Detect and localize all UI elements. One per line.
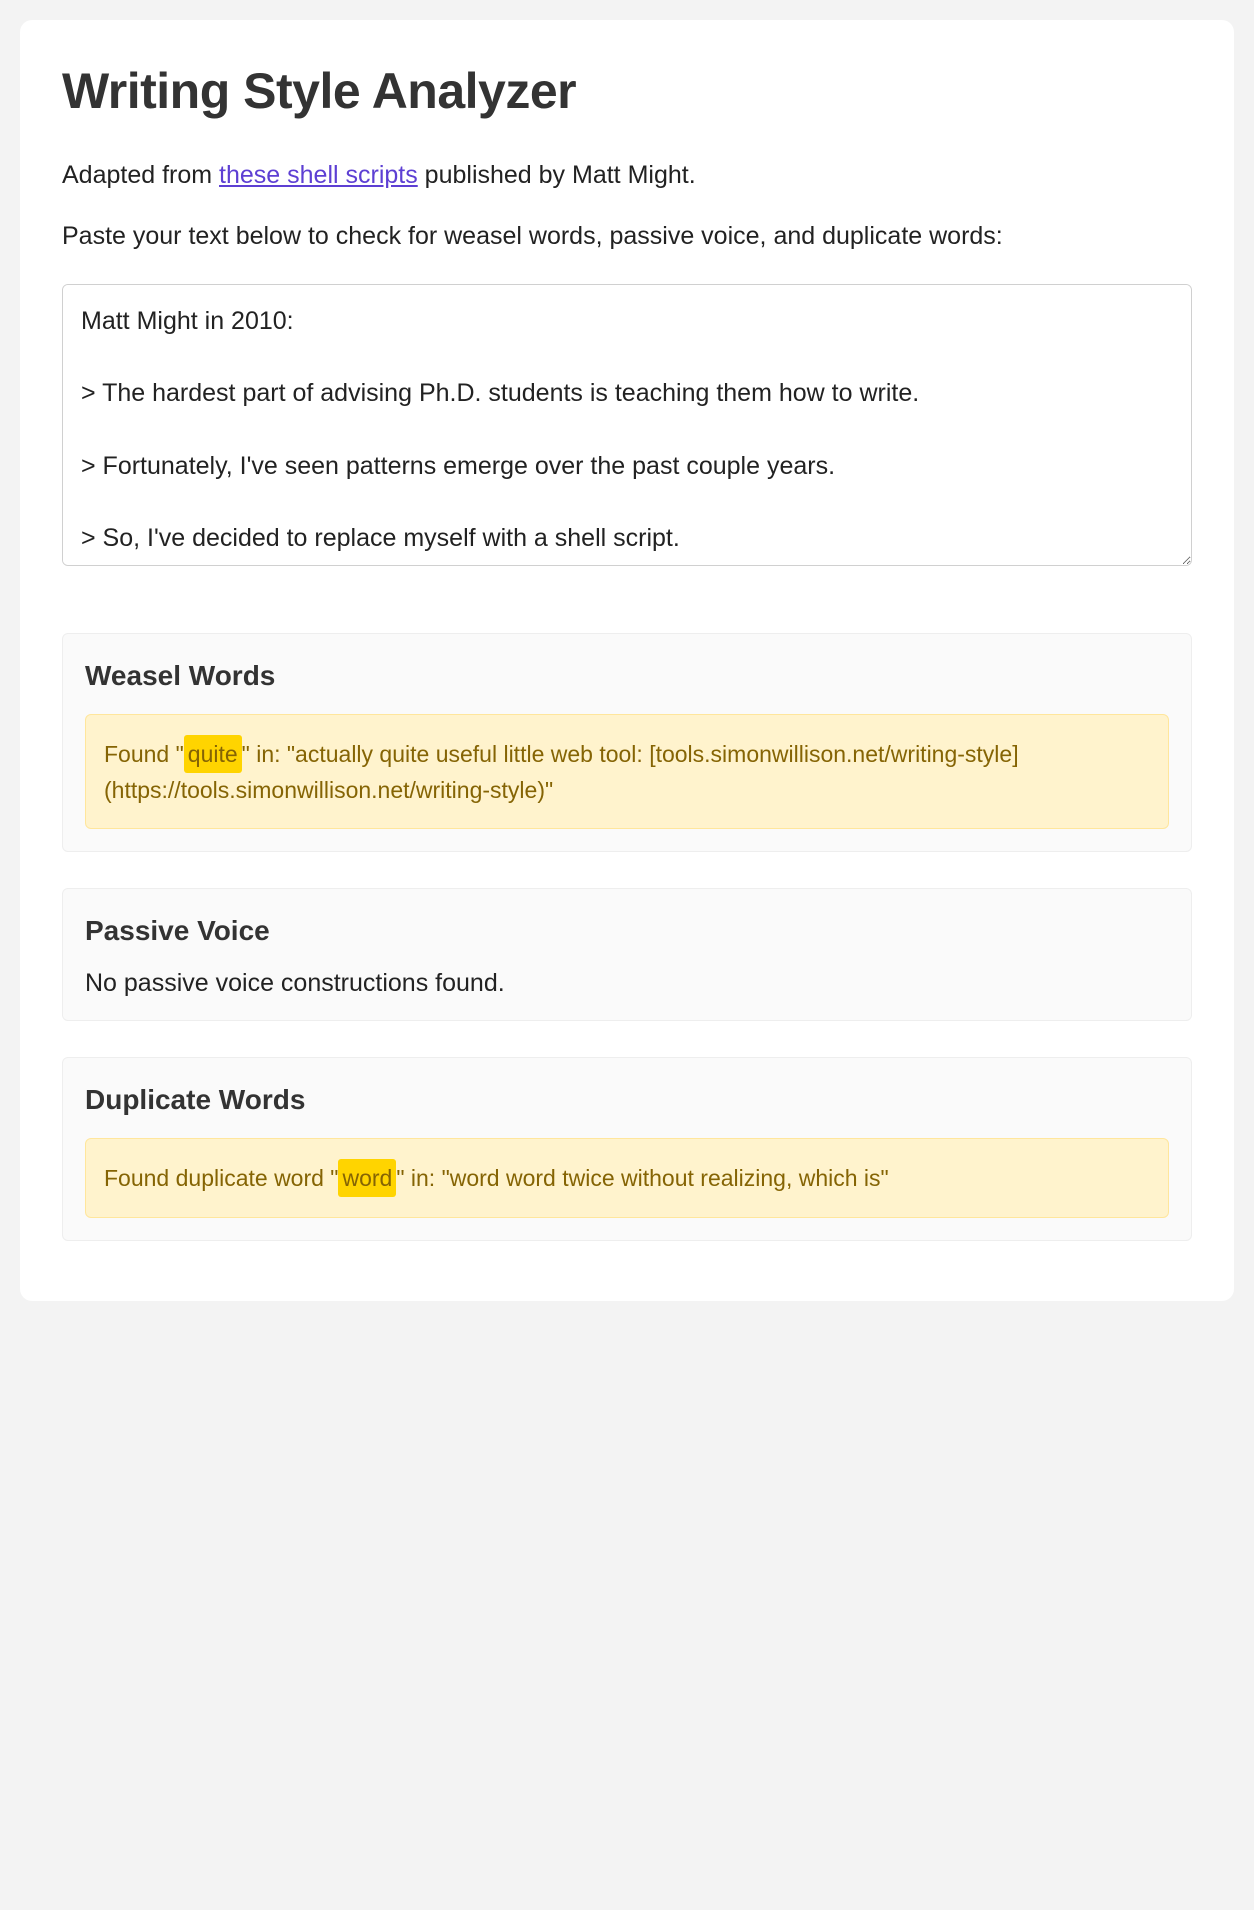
weasel-section: Weasel Words Found "quite" in: "actually… xyxy=(62,633,1192,852)
weasel-warning-prefix: Found " xyxy=(104,741,184,767)
duplicate-highlight: word xyxy=(338,1159,396,1198)
main-card: Writing Style Analyzer Adapted from thes… xyxy=(20,20,1234,1301)
passive-empty: No passive voice constructions found. xyxy=(85,969,1169,998)
duplicate-warning-suffix: " in: "word word twice without realizing… xyxy=(396,1165,888,1191)
weasel-highlight: quite xyxy=(184,735,242,774)
passive-section: Passive Voice No passive voice construct… xyxy=(62,888,1192,1021)
page-title: Writing Style Analyzer xyxy=(62,62,1192,120)
intro-paragraph: Adapted from these shell scripts publish… xyxy=(62,156,1192,195)
duplicate-section: Duplicate Words Found duplicate word "wo… xyxy=(62,1057,1192,1242)
intro-prefix: Adapted from xyxy=(62,161,219,189)
duplicate-heading: Duplicate Words xyxy=(85,1084,1169,1116)
passive-heading: Passive Voice xyxy=(85,915,1169,947)
duplicate-warning: Found duplicate word "word" in: "word wo… xyxy=(85,1138,1169,1219)
instructions: Paste your text below to check for wease… xyxy=(62,217,1192,256)
weasel-heading: Weasel Words xyxy=(85,660,1169,692)
intro-link[interactable]: these shell scripts xyxy=(219,161,418,189)
intro-suffix: published by Matt Might. xyxy=(418,161,696,189)
duplicate-warning-prefix: Found duplicate word " xyxy=(104,1165,338,1191)
weasel-warning: Found "quite" in: "actually quite useful… xyxy=(85,714,1169,829)
text-input[interactable] xyxy=(62,284,1192,566)
